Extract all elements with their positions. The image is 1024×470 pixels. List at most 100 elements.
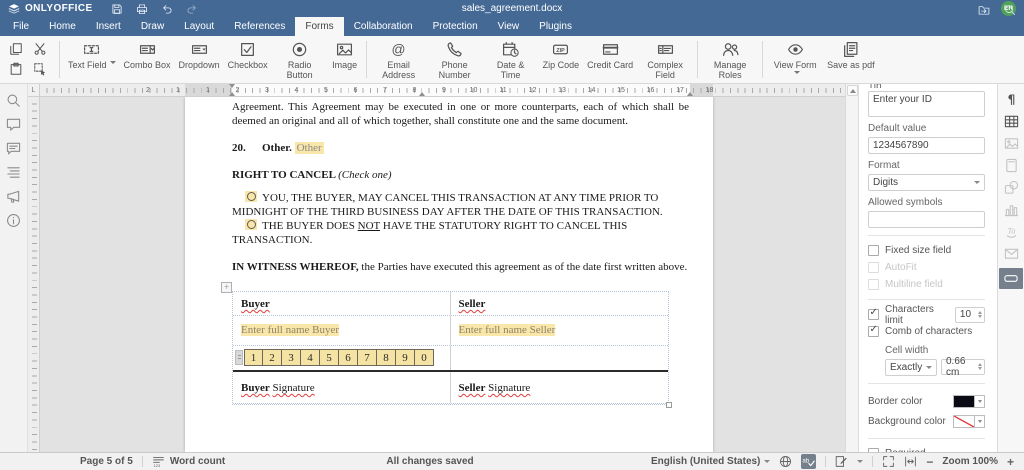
allowed-symbols-input[interactable] bbox=[868, 211, 985, 228]
seller-signature-cell[interactable]: Seller Signature bbox=[451, 372, 669, 403]
print-icon[interactable] bbox=[136, 3, 148, 15]
signature-table[interactable]: + Buyer Seller Enter full name Buyer Ent… bbox=[232, 291, 669, 405]
search-icon[interactable] bbox=[1004, 4, 1016, 16]
email-address-button[interactable]: @Email Address bbox=[371, 36, 427, 83]
indent-marker[interactable] bbox=[229, 89, 235, 96]
buyer-header-cell[interactable]: Buyer bbox=[233, 292, 451, 315]
tab-home[interactable]: Home bbox=[39, 17, 86, 36]
comb-cell[interactable]: 9 bbox=[396, 349, 415, 366]
comb-cell[interactable]: 7 bbox=[358, 349, 377, 366]
zoom-out-button[interactable]: − bbox=[926, 455, 933, 469]
folder-open-icon[interactable] bbox=[978, 4, 990, 16]
undo-icon[interactable] bbox=[161, 3, 173, 15]
comb-cell[interactable]: 0 bbox=[415, 349, 434, 366]
navigation-icon[interactable] bbox=[6, 165, 21, 180]
buyer-name-field[interactable]: Enter full name Buyer bbox=[241, 324, 339, 336]
radio-option[interactable]: YOU, THE BUYER, MAY CANCEL THIS TRANSACT… bbox=[232, 191, 689, 219]
buyer-signature-cell[interactable]: Buyer Signature bbox=[233, 372, 451, 403]
seller-id-cell[interactable] bbox=[451, 346, 669, 370]
redo-icon[interactable] bbox=[186, 3, 198, 15]
zoom-value[interactable]: Zoom 100% bbox=[942, 456, 998, 467]
characters-limit-spinner[interactable]: 10 bbox=[955, 307, 985, 323]
comb-cell[interactable]: 3 bbox=[282, 349, 301, 366]
view-form-button[interactable]: View Form bbox=[767, 36, 823, 83]
tab-draw[interactable]: Draw bbox=[131, 17, 174, 36]
chevron-down-icon[interactable] bbox=[975, 415, 985, 428]
vertical-scrollbar[interactable] bbox=[845, 84, 858, 452]
headerfooter-settings-icon[interactable] bbox=[1004, 158, 1019, 173]
field-anchor-handle[interactable] bbox=[235, 350, 243, 365]
save-icon[interactable] bbox=[111, 3, 123, 15]
complex-field-button[interactable]: Complex Field bbox=[637, 36, 693, 83]
format-select[interactable]: Digits bbox=[868, 174, 985, 191]
page-indicator[interactable]: Page 5 of 5 bbox=[80, 456, 133, 467]
radio-button-field[interactable] bbox=[245, 191, 257, 202]
comb-cell[interactable]: 6 bbox=[339, 349, 358, 366]
save-as-pdf-button[interactable]: Save as pdf bbox=[823, 36, 879, 83]
fit-page-icon[interactable] bbox=[882, 455, 895, 468]
seller-name-cell[interactable]: Enter full name Seller bbox=[451, 316, 669, 345]
phone-number-button[interactable]: Phone Number bbox=[427, 36, 483, 83]
spellcheck-icon[interactable]: ab bbox=[801, 454, 816, 469]
comb-cell[interactable]: 2 bbox=[263, 349, 282, 366]
border-color-swatch[interactable] bbox=[953, 395, 975, 408]
tip-input[interactable]: Enter your ID bbox=[868, 91, 985, 117]
chevron-down-icon[interactable] bbox=[975, 395, 985, 408]
comb-cell[interactable]: 4 bbox=[301, 349, 320, 366]
checkbox-button[interactable]: Checkbox bbox=[224, 36, 272, 83]
radio-button-field[interactable] bbox=[245, 219, 257, 230]
default-value-input[interactable]: 1234567890 bbox=[868, 137, 985, 154]
cell-width-mode-select[interactable]: Exactly bbox=[885, 359, 937, 376]
credit-card-button[interactable]: Credit Card bbox=[583, 36, 637, 83]
track-changes-icon[interactable] bbox=[835, 455, 848, 468]
comb-cell[interactable]: 8 bbox=[377, 349, 396, 366]
tab-forms[interactable]: Forms bbox=[295, 17, 343, 36]
feedback-icon[interactable] bbox=[6, 189, 21, 204]
buyer-id-cell[interactable]: 1234567890 bbox=[233, 346, 451, 370]
about-icon[interactable] bbox=[6, 213, 21, 228]
characters-limit-checkbox[interactable]: Characters limit 10 bbox=[868, 307, 985, 322]
dropdown-button[interactable]: Dropdown bbox=[175, 36, 224, 83]
tab-collaboration[interactable]: Collaboration bbox=[344, 17, 423, 36]
spinner-arrows[interactable] bbox=[978, 362, 982, 372]
chart-settings-icon[interactable] bbox=[1004, 202, 1019, 217]
seller-header-cell[interactable]: Seller bbox=[451, 292, 669, 315]
search-icon[interactable] bbox=[6, 93, 21, 108]
select-icon[interactable] bbox=[33, 62, 47, 76]
radio-button-button[interactable]: Radio Button bbox=[272, 36, 328, 83]
indent-marker[interactable] bbox=[419, 89, 425, 96]
set-language-icon[interactable] bbox=[779, 455, 792, 468]
scroll-up-button[interactable] bbox=[847, 85, 858, 96]
language-selector[interactable]: English (United States) bbox=[651, 456, 770, 467]
fit-width-icon[interactable] bbox=[904, 455, 917, 468]
zip-code-button[interactable]: ZIPZip Code bbox=[539, 36, 584, 83]
cut-icon[interactable] bbox=[33, 42, 47, 56]
table-move-handle[interactable]: + bbox=[221, 282, 232, 293]
table-resize-handle[interactable] bbox=[666, 402, 672, 408]
date-time-button[interactable]: Date & Time bbox=[483, 36, 539, 83]
tab-file[interactable]: File bbox=[3, 17, 39, 36]
text-field-button[interactable]: Text Field bbox=[64, 36, 120, 83]
tab-references[interactable]: References bbox=[224, 17, 295, 36]
shape-settings-icon[interactable] bbox=[1004, 180, 1019, 195]
tab-view[interactable]: View bbox=[488, 17, 530, 36]
tab-stop-selector[interactable]: L bbox=[28, 84, 40, 97]
image-settings-icon[interactable] bbox=[1004, 136, 1019, 151]
fixed-size-field-checkbox[interactable]: Fixed size field bbox=[868, 243, 985, 258]
comments-icon[interactable] bbox=[6, 117, 21, 132]
tab-protection[interactable]: Protection bbox=[423, 17, 488, 36]
tab-layout[interactable]: Layout bbox=[174, 17, 224, 36]
image-button[interactable]: Image bbox=[328, 36, 362, 83]
tab-insert[interactable]: Insert bbox=[86, 17, 131, 36]
combo-box-button[interactable]: Combo Box bbox=[120, 36, 175, 83]
chevron-down-icon[interactable] bbox=[857, 460, 863, 466]
copy-icon[interactable] bbox=[9, 42, 23, 56]
tab-plugins[interactable]: Plugins bbox=[529, 17, 582, 36]
buyer-name-cell[interactable]: Enter full name Buyer bbox=[233, 316, 451, 345]
horizontal-ruler[interactable]: 21123456789101112131415161718 bbox=[40, 84, 845, 97]
vertical-ruler[interactable] bbox=[28, 97, 40, 452]
comb-cell[interactable]: 1 bbox=[244, 349, 263, 366]
paste-icon[interactable] bbox=[9, 62, 23, 76]
document-page[interactable]: Agreement. This Agreement may be execute… bbox=[185, 97, 713, 452]
spinner-arrows[interactable] bbox=[978, 310, 982, 320]
